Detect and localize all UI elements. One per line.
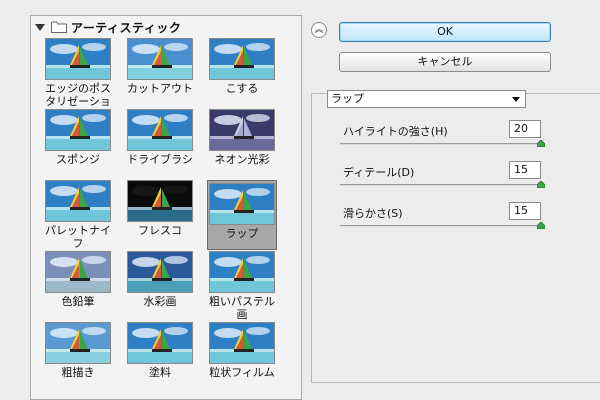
detail-label: ディテール(D) <box>343 166 415 179</box>
filter-thumb-label: ドライブラシ <box>127 153 193 166</box>
filter-select-value: ラップ <box>331 92 364 105</box>
highlight-strength-input[interactable]: 20 <box>509 120 541 138</box>
chevron-down-icon <box>512 97 520 102</box>
filter-thumb-label: カットアウト <box>127 82 193 95</box>
cancel-button[interactable]: キャンセル <box>339 52 551 72</box>
filter-thumb-label: 粗描き <box>61 366 95 379</box>
filter-thumb-drybrush[interactable]: ドライブラシ <box>125 109 195 166</box>
detail-slider[interactable] <box>340 184 541 186</box>
filter-preview-image <box>209 251 275 293</box>
smoothness-label: 滑らかさ(S) <box>343 207 403 220</box>
filter-thumb-label: 水彩画 <box>143 295 177 308</box>
highlight-strength-slider[interactable] <box>340 143 541 145</box>
filter-select[interactable]: ラップ <box>327 90 526 108</box>
filter-thumb-label: 塗料 <box>149 366 171 379</box>
filter-thumb-underpainting[interactable]: 粗描き <box>43 322 113 379</box>
filter-thumb-label: パレットナイフ <box>45 224 111 250</box>
filter-preview-image <box>45 180 111 222</box>
filter-preview-image <box>209 109 275 151</box>
filter-preview-image <box>127 251 193 293</box>
filter-thumb-neon[interactable]: ネオン光彩 <box>207 109 277 166</box>
detail-input[interactable]: 15 <box>509 161 541 179</box>
filter-thumb-rough-pastels[interactable]: 粗いパステル画 <box>207 251 277 321</box>
smoothness-slider-thumb[interactable] <box>537 222 545 229</box>
filter-thumb-label: 粒状フィルム <box>209 366 275 379</box>
filter-thumb-smudge[interactable]: こする <box>207 38 277 95</box>
filter-thumb-sponge[interactable]: スポンジ <box>43 109 113 166</box>
group-header-artistic[interactable]: アーティスティック <box>35 19 181 35</box>
disclosure-triangle-icon[interactable] <box>35 23 45 31</box>
filter-thumb-label: ラップ <box>225 227 259 240</box>
double-chevron-up-icon: ︽ <box>314 24 324 35</box>
ok-button[interactable]: OK <box>339 22 551 42</box>
filter-thumb-plastic-wrap[interactable]: ラップ <box>207 180 277 250</box>
smoothness-slider[interactable] <box>340 225 541 227</box>
filter-thumb-watercolor[interactable]: 水彩画 <box>125 251 195 308</box>
highlight-strength-label: ハイライトの強さ(H) <box>343 125 448 138</box>
filter-thumb-cutout[interactable]: カットアウト <box>125 38 195 95</box>
detail-slider-thumb[interactable] <box>537 181 545 188</box>
filter-preview-image <box>127 322 193 364</box>
filter-preview-image <box>45 38 111 80</box>
filter-preview-image <box>45 322 111 364</box>
filter-thumb-label: スポンジ <box>56 153 100 166</box>
filter-thumb-paint-daubs[interactable]: 塗料 <box>125 322 195 379</box>
filter-thumb-film-grain[interactable]: 粒状フィルム <box>207 322 277 379</box>
smoothness-input[interactable]: 15 <box>509 202 541 220</box>
group-label: アーティスティック <box>71 20 182 35</box>
filter-thumb-label: こする <box>225 82 259 95</box>
filter-thumb-label: ネオン光彩 <box>214 153 270 166</box>
collapse-gallery-button[interactable]: ︽ <box>311 22 327 38</box>
filter-thumb-fresco[interactable]: フレスコ <box>125 180 195 237</box>
filter-thumb-label: 粗いパステル画 <box>209 295 275 321</box>
folder-icon <box>51 21 67 33</box>
filter-preview-image <box>127 180 193 222</box>
filter-thumb-label: フレスコ <box>138 224 182 237</box>
filter-preview-image <box>209 322 275 364</box>
filter-gallery-panel: アーティスティック エッジのポスタリゼーション カットアウト <box>30 15 302 400</box>
filter-preview-image <box>45 109 111 151</box>
filter-thumb-label: 色鉛筆 <box>61 295 95 308</box>
highlight-strength-slider-thumb[interactable] <box>537 140 545 147</box>
filter-preview-image <box>209 38 275 80</box>
filter-preview-image <box>127 38 193 80</box>
filter-thumb-colored-pencil[interactable]: 色鉛筆 <box>43 251 113 308</box>
filter-thumb-palette-knife[interactable]: パレットナイフ <box>43 180 113 250</box>
filter-preview-image <box>127 109 193 151</box>
filter-preview-image <box>45 251 111 293</box>
filter-preview-image <box>209 183 275 225</box>
